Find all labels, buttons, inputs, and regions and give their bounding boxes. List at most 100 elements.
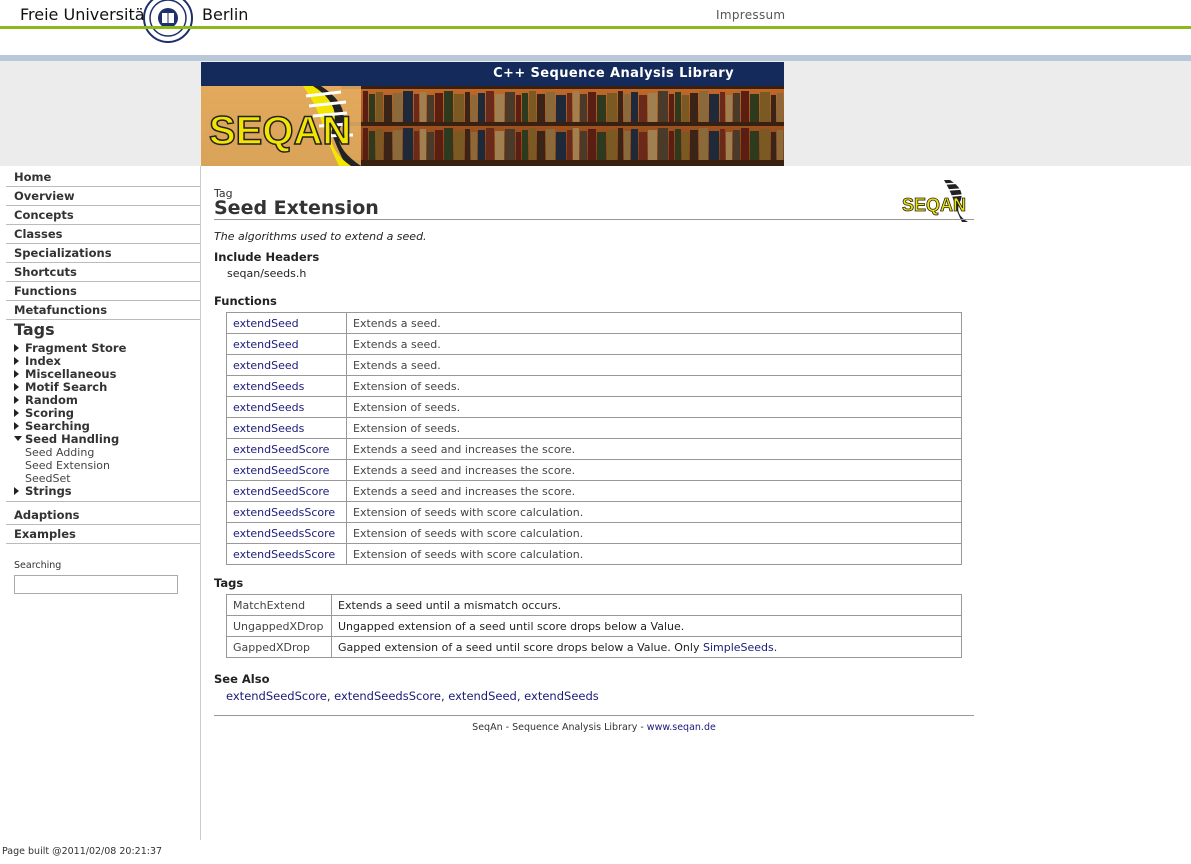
function-link[interactable]: extendSeed [233, 317, 299, 330]
expand-arrow-icon [14, 487, 19, 495]
expand-arrow-icon [14, 409, 19, 417]
function-link[interactable]: extendSeedScore [233, 485, 329, 498]
sidebar-item-examples[interactable]: Examples [6, 525, 200, 544]
see-also-link[interactable]: extendSeeds [524, 689, 599, 703]
sidebar-tag-strings[interactable]: Strings [14, 485, 72, 498]
footer: SeqAn - Sequence Analysis Library - www.… [214, 722, 974, 733]
tag-name: MatchExtend [226, 594, 332, 616]
footer-divider [214, 715, 974, 716]
sidebar-tag-seed-handling[interactable]: Seed Handling [14, 433, 119, 446]
sidebar-item-classes[interactable]: Classes [6, 225, 200, 244]
function-description: Extension of seeds. [346, 375, 962, 397]
function-link[interactable]: extendSeed [233, 338, 299, 351]
sidebar-tag-label: Seed Handling [25, 432, 120, 446]
expand-arrow-icon [14, 383, 19, 391]
impressum-link[interactable]: Impressum [716, 8, 785, 22]
table-row: extendSeed Extends a seed. [226, 333, 962, 355]
expand-arrow-icon [14, 344, 19, 352]
function-description: Extension of seeds. [346, 396, 962, 418]
expand-arrow-icon [14, 396, 19, 404]
table-row: extendSeeds Extension of seeds. [226, 396, 962, 418]
expand-arrow-icon [14, 370, 19, 378]
function-link[interactable]: extendSeeds [233, 380, 304, 393]
tag-description-suffix: . [773, 640, 778, 654]
sidebar-subitem-seed-adding[interactable]: Seed Adding [25, 446, 94, 459]
sidebar-item-metafunctions[interactable]: Metafunctions [6, 301, 200, 320]
function-link[interactable]: extendSeeds [233, 422, 304, 435]
tag-name: GappedXDrop [226, 636, 332, 658]
sidebar-tag-label: Strings [25, 484, 72, 498]
page-title: Seed Extension [214, 197, 379, 219]
table-row: extendSeeds Extension of seeds. [226, 375, 962, 397]
sidebar-item-functions[interactable]: Functions [6, 282, 200, 301]
collapse-arrow-icon [14, 436, 22, 441]
university-name-left: Freie Universität [20, 5, 151, 24]
function-description: Extension of seeds with score calculatio… [346, 501, 962, 523]
banner-logo-text: SEQAN [209, 109, 351, 153]
see-also-link[interactable]: extendSeed [448, 689, 517, 703]
function-link[interactable]: extendSeeds [233, 401, 304, 414]
search-label: Searching [14, 560, 62, 571]
see-also-heading: See Also [214, 672, 270, 686]
sidebar-item-shortcuts[interactable]: Shortcuts [6, 263, 200, 282]
function-description: Extension of seeds. [346, 417, 962, 439]
tag-description: Ungapped extension of a seed until score… [331, 615, 962, 637]
table-row: extendSeedScore Extends a seed and increa… [226, 480, 962, 502]
search-input[interactable] [14, 575, 178, 594]
sidebar-item-adaptions[interactable]: Adaptions [6, 506, 200, 525]
tags-table: MatchExtend Extends a seed until a mismat… [226, 594, 962, 658]
library-bookshelf-image: SEQAN [201, 86, 784, 166]
include-headers-heading: Include Headers [214, 250, 320, 264]
table-row: extendSeedsScore Extension of seeds with … [226, 522, 962, 544]
seqan-logo-icon: SEQAN [902, 180, 968, 222]
table-row: extendSeedsScore Extension of seeds with … [226, 501, 962, 523]
university-header: Freie Universität Berlin Impressum [0, 0, 1191, 56]
entry-summary: The algorithms used to extend a seed. [214, 230, 427, 243]
university-name-right: Berlin [202, 5, 249, 24]
function-link[interactable]: extendSeedsScore [233, 548, 335, 561]
include-path: seqan/seeds.h [227, 267, 307, 280]
function-description: Extends a seed and increases the score. [346, 438, 962, 460]
function-link[interactable]: extendSeed [233, 359, 299, 372]
university-seal-icon[interactable] [138, 0, 198, 48]
table-row: GappedXDrop Gapped extension of a seed un… [226, 636, 962, 658]
function-description: Extends a seed. [346, 312, 962, 334]
sidebar-tag-label: Searching [25, 419, 90, 433]
see-also-list: extendSeedScore, extendSeedsScore, exten… [226, 689, 599, 703]
small-logo-text: SEQAN [902, 195, 966, 215]
tags-heading: Tags [214, 576, 244, 590]
sidebar-item-home[interactable]: Home [6, 168, 200, 187]
tag-description: Extends a seed until a mismatch occurs. [331, 594, 962, 616]
table-row: UngappedXDrop Ungapped extension of a see… [226, 615, 962, 637]
table-row: extendSeedScore Extends a seed and increa… [226, 459, 962, 481]
see-also-link[interactable]: extendSeedsScore [334, 689, 441, 703]
function-link[interactable]: extendSeedScore [233, 464, 329, 477]
footer-link[interactable]: www.seqan.de [647, 722, 716, 733]
page-built-timestamp: Page built @2011/02/08 20:21:37 [2, 846, 163, 857]
sidebar-subitem-seed-extension[interactable]: Seed Extension [25, 459, 110, 472]
function-description: Extends a seed and increases the score. [346, 459, 962, 481]
sidebar-tag-label: Motif Search [25, 380, 108, 394]
function-description: Extends a seed. [346, 354, 962, 376]
simpleseeds-link[interactable]: SimpleSeeds [703, 641, 774, 654]
table-row: extendSeed Extends a seed. [226, 354, 962, 376]
function-description: Extends a seed. [346, 333, 962, 355]
sidebar-divider [6, 501, 200, 502]
sidebar-tag-label: Fragment Store [25, 341, 127, 355]
sidebar-tag-label: Index [25, 354, 61, 368]
sidebar-item-concepts[interactable]: Concepts [6, 206, 200, 225]
tag-name: UngappedXDrop [226, 615, 332, 637]
function-link[interactable]: extendSeedsScore [233, 506, 335, 519]
tag-description: Gapped extension of a seed until score d… [338, 640, 703, 654]
function-link[interactable]: extendSeedsScore [233, 527, 335, 540]
function-link[interactable]: extendSeedScore [233, 443, 329, 456]
function-description: Extension of seeds with score calculatio… [346, 522, 962, 544]
sidebar-item-overview[interactable]: Overview [6, 187, 200, 206]
functions-heading: Functions [214, 294, 277, 308]
banner-title: C++ Sequence Analysis Library [201, 62, 784, 86]
table-row: MatchExtend Extends a seed until a mismat… [226, 594, 962, 616]
sidebar-item-specializations[interactable]: Specializations [6, 244, 200, 263]
see-also-link[interactable]: extendSeedScore [226, 689, 327, 703]
tag-description-cell: Gapped extension of a seed until score d… [331, 636, 962, 658]
title-divider [214, 219, 974, 220]
